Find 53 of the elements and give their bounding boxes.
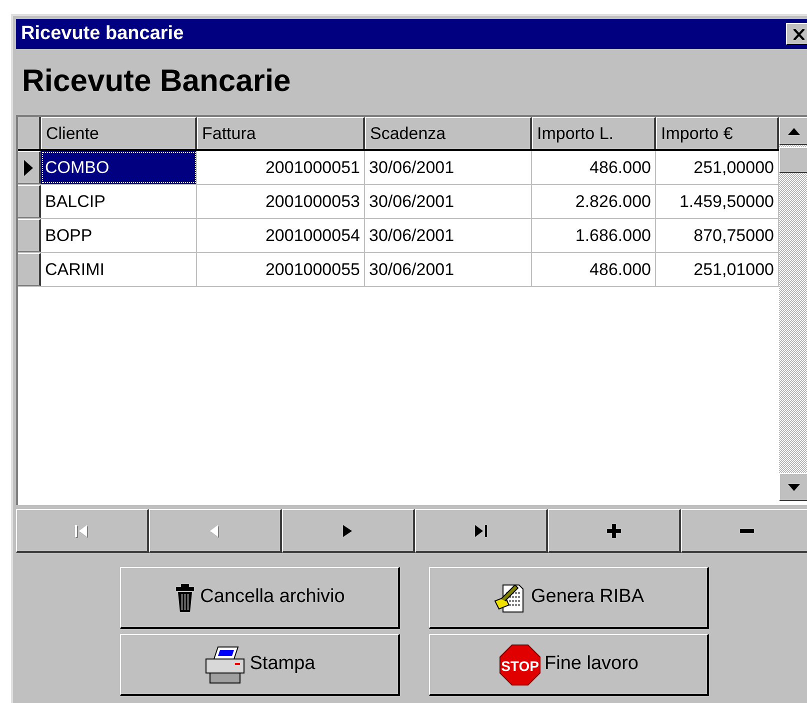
column-header[interactable]: Importo L. xyxy=(532,117,656,149)
row-selector[interactable] xyxy=(18,219,41,252)
column-header[interactable]: Scadenza xyxy=(365,117,532,149)
down-arrow-icon xyxy=(788,484,800,490)
table-row[interactable]: BOPP 2001000054 30/06/2001 1.686.000 870,75000 xyxy=(18,219,780,253)
column-header[interactable]: Importo € xyxy=(656,117,779,149)
navigator-button[interactable] xyxy=(548,509,681,553)
printer-icon xyxy=(204,644,246,684)
table-cell[interactable]: 2001000053 xyxy=(197,185,365,218)
action-button[interactable]: Stampa xyxy=(120,634,400,696)
table-cell[interactable]: 1.686.000 xyxy=(532,219,656,252)
table-cell[interactable]: 30/06/2001 xyxy=(365,185,532,218)
table-cell[interactable]: 2001000054 xyxy=(197,219,365,252)
table-cell[interactable]: 2001000055 xyxy=(197,253,365,286)
close-button[interactable] xyxy=(786,23,807,45)
grid-corner xyxy=(18,117,41,149)
action-button[interactable]: STOP Fine lavoro xyxy=(429,634,709,696)
stop-sign-icon: STOP xyxy=(498,644,540,686)
navigator-button[interactable] xyxy=(149,509,282,553)
row-selector[interactable] xyxy=(18,185,41,218)
navigator-button[interactable] xyxy=(415,509,548,553)
close-icon xyxy=(793,28,805,40)
navigator-button[interactable] xyxy=(282,509,415,553)
scroll-up-button[interactable] xyxy=(779,117,807,145)
scroll-thumb[interactable] xyxy=(779,147,807,173)
table-cell[interactable]: COMBO xyxy=(41,151,197,184)
table-cell[interactable]: 30/06/2001 xyxy=(365,151,532,184)
trash-icon xyxy=(174,582,196,612)
table-cell[interactable]: BALCIP xyxy=(41,185,197,218)
action-button[interactable]: Genera RIBA xyxy=(429,567,709,629)
table-row[interactable]: CARIMI 2001000055 30/06/2001 486.000 251,01000 xyxy=(18,253,780,287)
column-header[interactable]: Fattura xyxy=(197,117,365,149)
table-cell[interactable]: 2001000051 xyxy=(197,151,365,184)
table-cell[interactable]: BOPP xyxy=(41,219,197,252)
page-heading: Ricevute Bancarie xyxy=(22,62,291,100)
table-cell[interactable]: CARIMI xyxy=(41,253,197,286)
up-arrow-icon xyxy=(788,128,800,134)
table-cell[interactable]: 2.826.000 xyxy=(532,185,656,218)
table-cell[interactable]: 486.000 xyxy=(532,151,656,184)
row-selector[interactable] xyxy=(18,253,41,286)
row-selector[interactable] xyxy=(18,151,41,184)
table-cell[interactable]: 30/06/2001 xyxy=(365,219,532,252)
table-cell[interactable]: 30/06/2001 xyxy=(365,253,532,286)
scrollbar[interactable] xyxy=(779,117,807,501)
scroll-down-button[interactable] xyxy=(779,473,807,501)
action-button[interactable]: Cancella archivio xyxy=(120,567,400,629)
table-row[interactable]: COMBO 2001000051 30/06/2001 486.000 251,00000 xyxy=(18,151,780,185)
window-title: Ricevute bancarie xyxy=(21,22,184,46)
column-header[interactable]: Cliente xyxy=(41,117,197,149)
navigator-button[interactable] xyxy=(16,509,149,553)
table-cell[interactable]: 486.000 xyxy=(532,253,656,286)
table-row[interactable]: BALCIP 2001000053 30/06/2001 2.826.000 1.459,50000 xyxy=(18,185,780,219)
navigator-button[interactable] xyxy=(681,509,807,553)
